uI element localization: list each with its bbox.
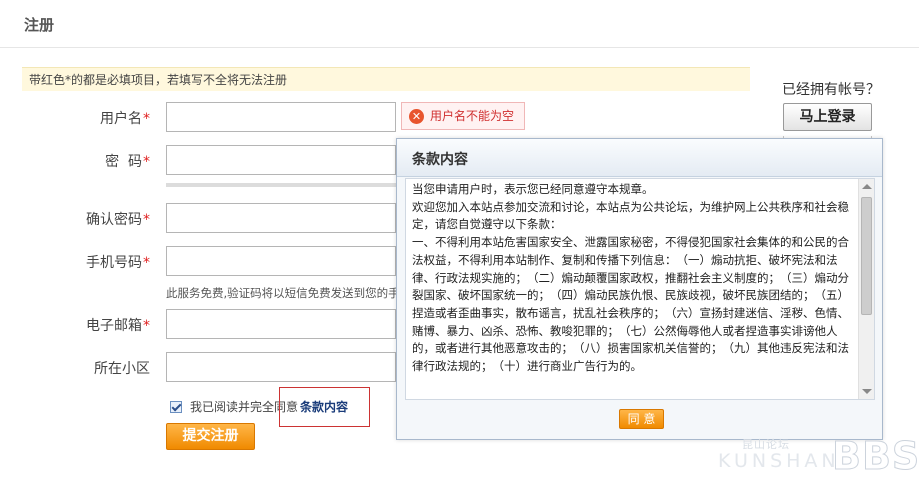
terms-modal: 条款内容 当您申请用户时，表示您已经同意遵守本规章。 欢迎您加入本站点参加交流和…: [396, 138, 883, 440]
username-error-tip: ✕ 用户名不能为空: [401, 102, 525, 130]
username-input[interactable]: [166, 102, 396, 132]
password-strength-bar: [166, 183, 396, 187]
phone-input[interactable]: [166, 246, 396, 276]
scroll-up-arrow-icon[interactable]: [862, 184, 872, 189]
title-divider: [0, 47, 919, 48]
watermark-bbs: BBS: [831, 434, 919, 479]
terms-paragraph: 一、不得利用本站危害国家安全、泄露国家秘密，不得侵犯国家社会集体的和公民的合法权…: [412, 235, 849, 374]
username-label: 用户名*: [100, 111, 150, 127]
required-notice: 带红色*的都是必填项目，若填写不全将无法注册: [22, 67, 750, 91]
terms-text: 当您申请用户时，表示您已经同意遵守本规章。 欢迎您加入本站点参加交流和讨论，本站…: [412, 181, 852, 376]
email-input[interactable]: [166, 309, 396, 339]
community-label: 所在小区: [94, 361, 150, 377]
password-label: 密 码*: [105, 154, 150, 170]
confirm-password-input[interactable]: [166, 203, 396, 233]
modal-header: 条款内容: [397, 139, 882, 177]
scroll-down-arrow-icon[interactable]: [862, 389, 872, 394]
submit-register-button[interactable]: 提交注册: [166, 423, 255, 450]
modal-title: 条款内容: [412, 152, 468, 168]
phone-label: 手机号码*: [86, 255, 150, 271]
scroll-thumb[interactable]: [861, 197, 872, 315]
username-error-text: 用户名不能为空: [430, 109, 515, 123]
watermark-en: KUNSHAN: [718, 450, 840, 472]
page-title: 注册: [24, 16, 55, 34]
phone-hint: 此服务免费,验证码将以短信免费发送到您的手机: [166, 286, 398, 300]
terms-highlight-box: [279, 387, 370, 427]
agree-checkbox[interactable]: [170, 400, 182, 413]
agree-button[interactable]: 同 意: [619, 409, 664, 429]
error-icon: ✕: [409, 109, 424, 124]
confirm-password-label: 确认密码*: [86, 212, 150, 228]
login-button[interactable]: 马上登录: [783, 103, 872, 131]
terms-scrollbar[interactable]: [858, 179, 874, 399]
watermark-logo: 昆山论坛 KUNSHAN BBS: [718, 434, 919, 479]
terms-paragraph: 当您申请用户时，表示您已经同意遵守本规章。: [412, 182, 654, 196]
email-label: 电子邮箱*: [86, 318, 150, 334]
terms-paragraph: 欢迎您加入本站点参加交流和讨论，本站点为公共论坛，为维护网上公共秩序和社会稳定，…: [412, 199, 849, 232]
password-input[interactable]: [166, 145, 396, 175]
have-account-question: 已经拥有帐号？: [782, 82, 880, 98]
terms-content-area[interactable]: 当您申请用户时，表示您已经同意遵守本规章。 欢迎您加入本站点参加交流和讨论，本站…: [405, 178, 875, 400]
community-input[interactable]: [166, 352, 396, 382]
